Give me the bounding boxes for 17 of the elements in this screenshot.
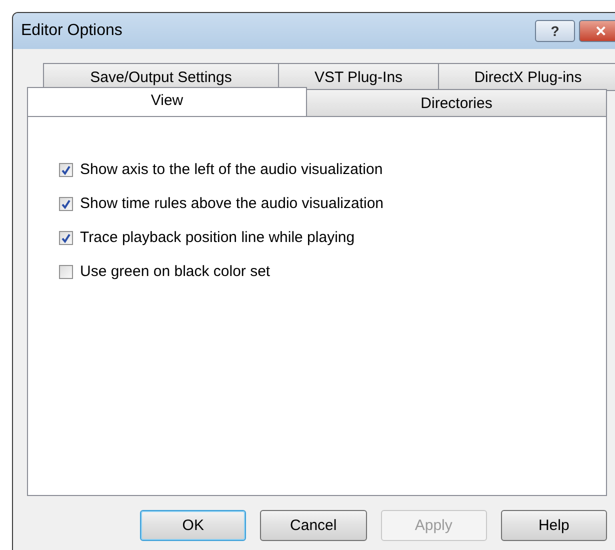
checkbox[interactable] [59, 265, 73, 279]
help-button[interactable]: ? [535, 20, 575, 42]
tab[interactable]: DirectX Plug-ins [438, 63, 615, 91]
checkbox[interactable] [59, 231, 73, 245]
checkbox-label: Use green on black color set [80, 262, 270, 282]
dialog-button[interactable]: OK [140, 510, 246, 541]
window-title: Editor Options [21, 22, 124, 40]
tab[interactable]: VST Plug-Ins [278, 63, 439, 91]
checkbox-label: Trace playback position line while playing [80, 228, 355, 248]
checkbox[interactable] [59, 197, 73, 211]
dialog-button[interactable]: Help [500, 510, 607, 541]
tab[interactable]: View [27, 87, 307, 117]
dialog-button[interactable]: Cancel [260, 510, 366, 541]
checkbox-label: Show time rules above the audio visualization [80, 194, 384, 214]
checkbox[interactable] [59, 163, 73, 177]
tab[interactable]: Directories [306, 89, 607, 117]
checkbox-label: Show axis to the left of the audio visualization [80, 160, 383, 180]
